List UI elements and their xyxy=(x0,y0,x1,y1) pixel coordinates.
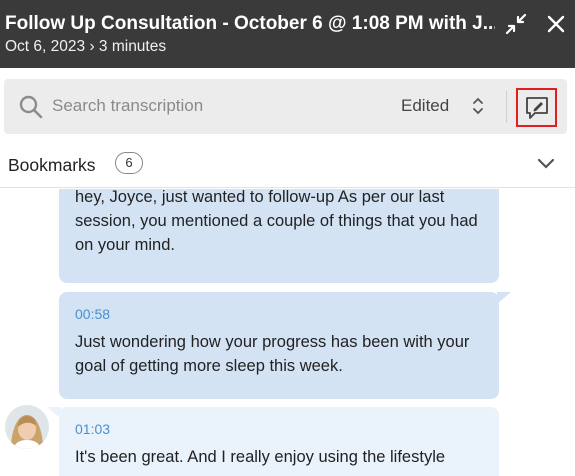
transcript-message[interactable]: 00:58 Just wondering how your progress h… xyxy=(59,292,511,399)
session-meta: Oct 6, 2023 › 3 minutes xyxy=(5,38,167,55)
search-icon xyxy=(18,94,44,120)
divider xyxy=(506,91,507,123)
bookmarks-toggle[interactable]: Bookmarks 6 xyxy=(0,140,575,188)
bookmarks-label: Bookmarks xyxy=(8,155,96,175)
bookmarks-count-badge: 6 xyxy=(115,152,143,174)
window-header: Follow Up Consultation - October 6 @ 1:0… xyxy=(0,0,575,68)
transcript-message[interactable]: 01:03 It's been great. And I really enjo… xyxy=(47,407,499,476)
chevron-up-down-icon[interactable] xyxy=(470,95,486,117)
version-select[interactable]: Edited xyxy=(401,96,449,116)
search-input[interactable] xyxy=(52,92,372,120)
message-text: Just wondering how your progress has bee… xyxy=(75,333,470,375)
transcript-message[interactable]: hey, Joyce, just wanted to follow-up As … xyxy=(59,189,499,283)
message-timestamp[interactable]: 01:03 xyxy=(75,421,483,437)
chevron-down-icon xyxy=(537,156,555,170)
message-text: hey, Joyce, just wanted to follow-up As … xyxy=(75,189,478,254)
comment-edit-icon xyxy=(526,97,548,119)
message-text: It's been great. And I really enjoy usin… xyxy=(75,448,446,466)
transcript-list[interactable]: hey, Joyce, just wanted to follow-up As … xyxy=(0,189,575,476)
close-icon[interactable] xyxy=(544,12,568,36)
collapse-icon[interactable] xyxy=(504,12,528,36)
window-title: Follow Up Consultation - October 6 @ 1:0… xyxy=(5,13,495,34)
message-timestamp[interactable]: 00:58 xyxy=(75,306,483,322)
edit-transcript-button[interactable] xyxy=(516,88,557,127)
client-avatar xyxy=(5,405,49,449)
search-bar: Edited xyxy=(4,79,567,134)
